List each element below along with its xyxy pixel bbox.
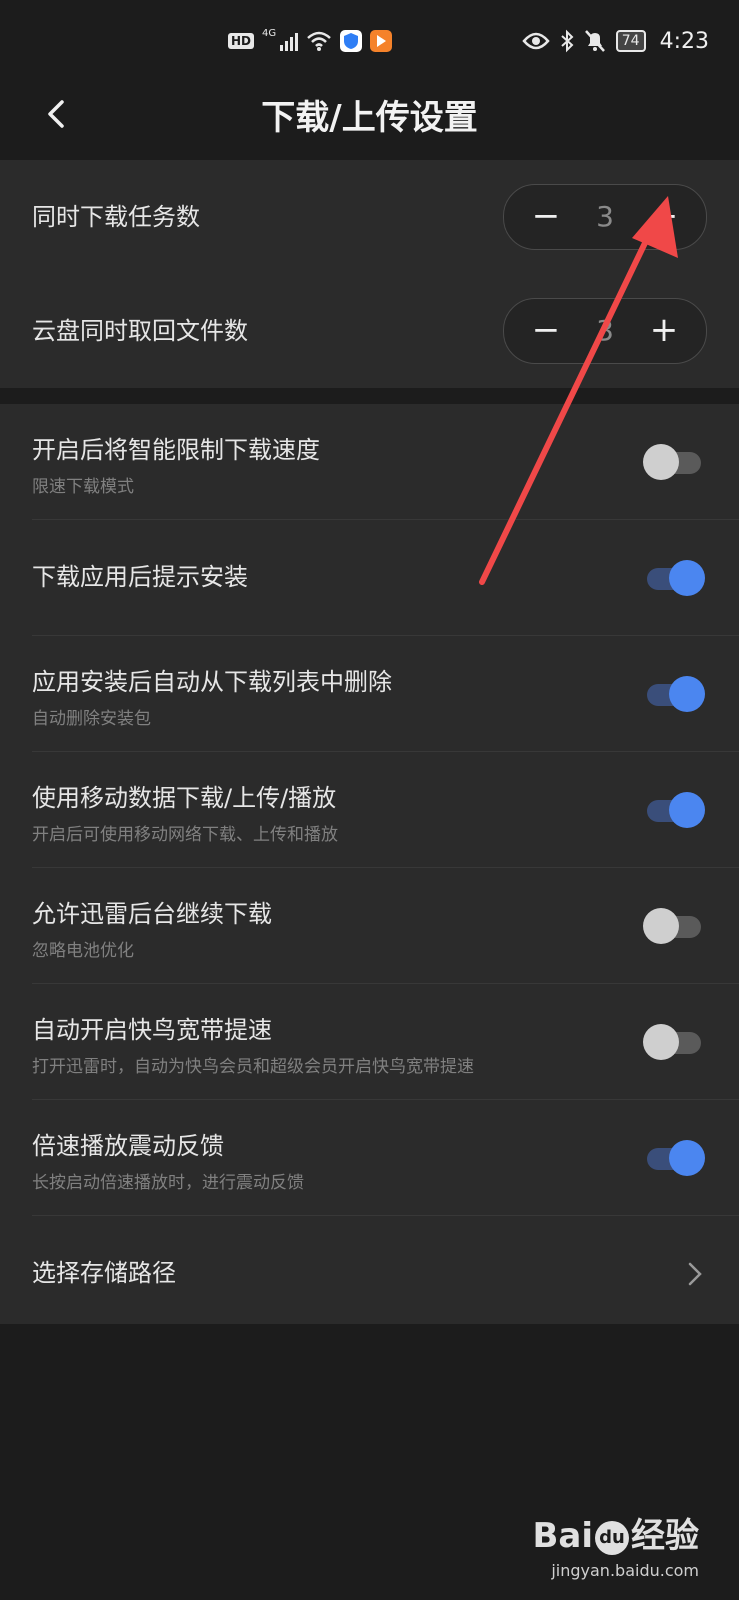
download-task-count-row: 同时下载任务数 − 3 +	[0, 160, 739, 274]
signal-icon	[280, 31, 299, 51]
setting-title: 使用移动数据下载/上传/播放	[32, 784, 337, 812]
setting-row-auto-delete[interactable]: 应用安装后自动从下载列表中删除 自动删除安装包	[32, 636, 739, 752]
setting-subtitle: 长按启动倍速播放时，进行震动反馈	[32, 1173, 304, 1193]
cloud-retrieve-count-label: 云盘同时取回文件数	[32, 317, 248, 345]
setting-row-background-download[interactable]: 允许迅雷后台继续下载 忽略电池优化	[32, 868, 739, 984]
increment-button[interactable]: +	[634, 185, 694, 249]
setting-row-storage-path[interactable]: 选择存储路径	[32, 1216, 739, 1331]
setting-title: 开启后将智能限制下载速度	[32, 436, 320, 464]
mobile-data-toggle[interactable]	[643, 792, 705, 828]
speed-limit-toggle[interactable]	[643, 444, 705, 480]
setting-subtitle: 开启后可使用移动网络下载、上传和播放	[32, 825, 338, 845]
setting-subtitle: 限速下载模式	[32, 477, 134, 497]
wifi-icon	[307, 31, 331, 51]
paw-icon: du	[595, 1520, 629, 1555]
setting-row-speed-vibration[interactable]: 倍速播放震动反馈 长按启动倍速播放时，进行震动反馈	[32, 1100, 739, 1216]
download-task-count-label: 同时下载任务数	[32, 203, 200, 231]
broadband-boost-toggle[interactable]	[643, 1024, 705, 1060]
setting-subtitle: 自动删除安装包	[32, 709, 151, 729]
shield-app-icon	[340, 30, 363, 52]
status-left: HD 4G	[228, 26, 393, 56]
setting-title: 允许迅雷后台继续下载	[32, 900, 272, 928]
speed-vibration-toggle[interactable]	[643, 1140, 705, 1176]
cloud-retrieve-count-row: 云盘同时取回文件数 − 3 +	[0, 274, 739, 388]
task-count-group: 同时下载任务数 − 3 + 云盘同时取回文件数 − 3 +	[0, 160, 739, 388]
download-task-count-stepper: − 3 +	[503, 184, 707, 250]
watermark-logo: Bai du 经验	[532, 1516, 699, 1556]
setting-title: 应用安装后自动从下载列表中删除	[32, 668, 392, 696]
eye-icon	[522, 32, 550, 50]
bell-muted-icon	[584, 30, 605, 52]
setting-title: 选择存储路径	[32, 1259, 176, 1287]
status-bar: HD 4G 74 4:23	[0, 0, 739, 80]
setting-subtitle: 忽略电池优化	[32, 941, 134, 961]
setting-row-mobile-data[interactable]: 使用移动数据下载/上传/播放 开启后可使用移动网络下载、上传和播放	[32, 752, 739, 868]
increment-button[interactable]: +	[634, 299, 694, 363]
setting-row-speed-limit[interactable]: 开启后将智能限制下载速度 限速下载模式	[32, 404, 739, 520]
network-type: 4G	[262, 28, 277, 39]
setting-subtitle: 打开迅雷时，自动为快鸟会员和超级会员开启快鸟宽带提速	[32, 1057, 474, 1077]
settings-list: 开启后将智能限制下载速度 限速下载模式 下载应用后提示安装 应用安装后自动从下载…	[0, 404, 739, 1324]
hd-badge: HD	[228, 33, 255, 49]
setting-row-broadband-boost[interactable]: 自动开启快鸟宽带提速 打开迅雷时，自动为快鸟会员和超级会员开启快鸟宽带提速	[32, 984, 739, 1100]
install-prompt-toggle[interactable]	[643, 560, 705, 596]
bluetooth-icon	[561, 29, 574, 53]
video-app-icon	[370, 30, 393, 52]
background-download-toggle[interactable]	[643, 908, 705, 944]
battery-indicator: 74	[615, 30, 646, 52]
watermark-url: jingyan.baidu.com	[551, 1561, 699, 1580]
setting-title: 下载应用后提示安装	[32, 563, 248, 591]
cloud-retrieve-count-stepper: − 3 +	[503, 298, 707, 364]
title-bar: 下载/上传设置	[0, 80, 739, 158]
setting-title: 自动开启快鸟宽带提速	[32, 1016, 272, 1044]
chevron-right-icon	[688, 1262, 702, 1286]
status-time: 4:23	[659, 28, 709, 54]
setting-row-install-prompt[interactable]: 下载应用后提示安装	[32, 520, 739, 636]
baidu-watermark: Bai du 经验 jingyan.baidu.com	[532, 1508, 699, 1580]
page-title: 下载/上传设置	[261, 98, 478, 138]
status-right: 74 4:23	[522, 26, 709, 56]
setting-title: 倍速播放震动反馈	[32, 1132, 224, 1160]
auto-delete-toggle[interactable]	[643, 676, 705, 712]
